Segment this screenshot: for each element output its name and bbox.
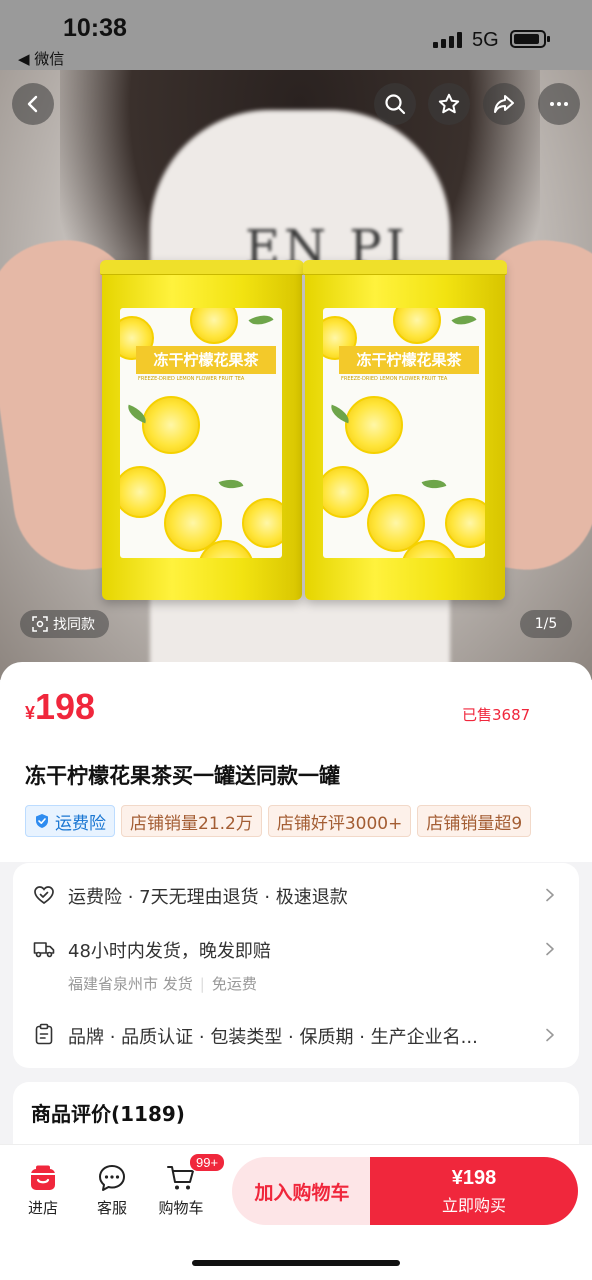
sold-count: 已售3687 [462, 706, 531, 724]
product-can: 冻干柠檬花果茶 FREEZE-DRIED LEMON FLOWER FRUIT … [303, 260, 507, 600]
chevron-left-icon [27, 95, 38, 113]
product-title: 冻干柠檬花果茶买一罐送同款一罐 [25, 764, 340, 788]
product-tags: 运费险 店铺销量21.2万 店铺好评3000+ 店铺销量超9 [25, 805, 567, 839]
product-params-text: 品牌 · 品质认证 · 包装类型 · 保质期 · 生产企业名... [68, 1027, 478, 1048]
freight-insurance-tag[interactable]: 运费险 [25, 805, 115, 837]
find-same-button[interactable]: 找同款 [20, 610, 109, 638]
reviews-title: 商品评价(1189) [31, 1102, 185, 1126]
back-to-wechat-link[interactable]: ◀ 微信 [18, 48, 64, 69]
product-image-gallery[interactable]: EN PI 冻干柠檬花果茶 FREEZE-DRIED LEMON FLOWER … [0, 70, 592, 680]
cart-count-badge: 99+ [189, 1153, 226, 1172]
shield-check-icon [36, 814, 48, 828]
product-label-subtitle: FREEZE-DRIED LEMON FLOWER FRUIT TEA [341, 376, 448, 382]
heart-shield-icon [34, 886, 54, 905]
favorite-button[interactable] [428, 83, 470, 125]
shop-sales-tag[interactable]: 店铺销量21.2万 [121, 805, 262, 837]
chat-bubble-icon [99, 1165, 125, 1191]
status-time: 10:38 [63, 14, 127, 42]
shop-sales-over-tag[interactable]: 店铺销量超9 [417, 805, 532, 837]
image-pager: 1/5 [520, 610, 572, 638]
buy-now-label: 立即购买 [441, 1196, 506, 1215]
clipboard-icon [35, 1023, 53, 1045]
free-shipping-text: 免运费 [211, 975, 257, 993]
status-bar: 10:38 ◀ 微信 5G [0, 0, 592, 70]
share-icon [494, 95, 514, 113]
product-price: ¥198 [25, 686, 95, 728]
customer-service-button[interactable]: 客服 [82, 1163, 142, 1218]
service-guarantee-text: 运费险 · 7天无理由退货 · 极速退款 [68, 887, 348, 908]
chevron-right-icon [546, 888, 554, 902]
chevron-right-icon [546, 942, 554, 956]
more-button[interactable] [538, 83, 580, 125]
battery-icon [510, 30, 550, 48]
product-label-title: 冻干柠檬花果茶 [136, 346, 276, 374]
price-currency: ¥ [25, 703, 36, 723]
search-icon [385, 94, 406, 115]
service-row-params[interactable]: 品牌 · 品质认证 · 包装类型 · 保质期 · 生产企业名... [13, 1003, 579, 1068]
signal-icon [433, 32, 463, 48]
share-button[interactable] [483, 83, 525, 125]
shop-entry-button[interactable]: 进店 [13, 1163, 73, 1218]
product-label-subtitle: FREEZE-DRIED LEMON FLOWER FRUIT TEA [138, 376, 245, 382]
home-indicator [192, 1260, 400, 1266]
product-can: 冻干柠檬花果茶 FREEZE-DRIED LEMON FLOWER FRUIT … [100, 260, 304, 600]
truck-icon [33, 942, 55, 958]
network-type: 5G [472, 29, 499, 51]
service-info-card: 运费险 · 7天无理由退货 · 极速退款 48小时内发货，晚发即赔 福建省泉州市… [13, 863, 579, 1068]
service-row-guarantee[interactable]: 运费险 · 7天无理由退货 · 极速退款 [13, 863, 579, 927]
more-dots-icon [550, 102, 568, 106]
price-value: 198 [35, 686, 96, 727]
buy-now-button[interactable]: ¥198 立即购买 [370, 1157, 578, 1225]
add-to-cart-button[interactable]: 加入购物车 [232, 1157, 372, 1225]
find-same-label: 找同款 [53, 617, 95, 633]
scan-icon [32, 616, 48, 632]
shipping-time-text: 48小时内发货，晚发即赔 [68, 941, 271, 962]
search-button[interactable] [374, 83, 416, 125]
back-button[interactable] [12, 83, 54, 125]
service-row-shipping[interactable]: 48小时内发货，晚发即赔 福建省泉州市 发货 | 免运费 [13, 927, 579, 1003]
product-info-card: ¥198 已售3687 冻干柠檬花果茶买一罐送同款一罐 运费险 店铺销量21.2… [0, 662, 592, 862]
star-icon [438, 93, 460, 114]
product-label-title: 冻干柠檬花果茶 [339, 346, 479, 374]
bottom-action-bar: 进店 客服 购物车 99+ 加入购物车 ¥198 立即购买 [0, 1145, 592, 1280]
shipping-origin-text: 福建省泉州市 发货 | 免运费 [68, 975, 257, 993]
chevron-right-icon [546, 1028, 554, 1042]
shop-icon [31, 1165, 55, 1190]
buy-now-price: ¥198 [451, 1167, 497, 1189]
shop-rating-tag[interactable]: 店铺好评3000+ [267, 805, 412, 837]
